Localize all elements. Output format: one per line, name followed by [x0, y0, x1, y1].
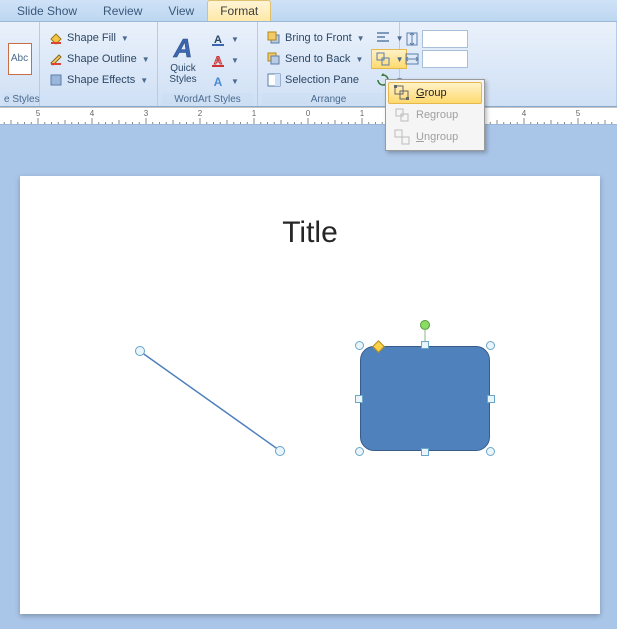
- quick-styles-button[interactable]: A Quick Styles: [162, 27, 204, 91]
- line-handle-start[interactable]: [135, 346, 145, 356]
- svg-text:A: A: [173, 33, 193, 63]
- menu-regroup-label: Regroup: [416, 109, 458, 121]
- selection-pane-label: Selection Pane: [285, 74, 359, 86]
- resize-handle-sw[interactable]: [355, 447, 364, 456]
- shape-outline-button[interactable]: Shape Outline ▼: [44, 49, 154, 69]
- chevron-down-icon: ▼: [142, 55, 150, 64]
- rounded-rectangle-body[interactable]: [360, 346, 490, 451]
- tab-slide-show[interactable]: Slide Show: [4, 0, 90, 21]
- svg-text:4: 4: [90, 109, 95, 118]
- height-input[interactable]: [422, 30, 468, 48]
- svg-text:1: 1: [252, 109, 257, 118]
- send-back-icon: [266, 51, 282, 67]
- slide-workspace: Title: [0, 126, 617, 629]
- text-fill-icon: A: [210, 32, 226, 48]
- send-to-back-button[interactable]: Send to Back ▼: [262, 49, 369, 69]
- rounded-rectangle-shape[interactable]: [360, 346, 490, 451]
- menu-item-group[interactable]: Group: [388, 82, 482, 104]
- chevron-down-icon: ▼: [140, 76, 148, 85]
- ungroup-icon: [394, 129, 410, 145]
- svg-text:2: 2: [198, 109, 203, 118]
- bring-front-icon: [266, 30, 282, 46]
- chevron-down-icon: ▼: [121, 34, 129, 43]
- slide-title-text[interactable]: Title: [20, 216, 600, 250]
- resize-handle-w[interactable]: [355, 395, 363, 403]
- group-title-arrange: Arrange: [262, 93, 395, 106]
- group-wordart-styles: A Quick Styles A▼ A▼ A▼ WordArt Styles: [158, 22, 258, 106]
- resize-handle-ne[interactable]: [486, 341, 495, 350]
- send-to-back-label: Send to Back: [285, 53, 350, 65]
- svg-text:5: 5: [576, 109, 581, 118]
- align-icon: [375, 30, 391, 46]
- menu-item-ungroup: Ungroup: [388, 126, 482, 148]
- svg-text:4: 4: [522, 109, 527, 118]
- shape-fill-label: Shape Fill: [67, 32, 116, 44]
- svg-text:5: 5: [36, 109, 41, 118]
- selection-pane-icon: [266, 72, 282, 88]
- ribbon-tabs: Slide Show Review View Format: [0, 0, 617, 22]
- tab-view[interactable]: View: [155, 0, 207, 21]
- group-title-wordart: WordArt Styles: [162, 93, 253, 106]
- horizontal-ruler: 54321012345: [0, 107, 617, 125]
- width-input[interactable]: [422, 50, 468, 68]
- resize-handle-se[interactable]: [486, 447, 495, 456]
- selection-pane-button[interactable]: Selection Pane: [262, 70, 369, 90]
- chevron-down-icon: ▼: [231, 77, 239, 86]
- resize-handle-nw[interactable]: [355, 341, 364, 350]
- ribbon: Abc e Styles Shape Fill ▼ Shape Outline ▼: [0, 22, 617, 107]
- shape-effects-button[interactable]: Shape Effects ▼: [44, 70, 152, 90]
- chevron-down-icon: ▼: [231, 35, 239, 44]
- text-effects-icon: A: [210, 74, 226, 90]
- group-arrange: Bring to Front ▼ Send to Back ▼ Selection …: [258, 22, 400, 106]
- shape-fill-button[interactable]: Shape Fill ▼: [44, 28, 133, 48]
- shape-effects-label: Shape Effects: [67, 74, 135, 86]
- effects-icon: [48, 72, 64, 88]
- svg-text:A: A: [214, 75, 223, 89]
- text-outline-button[interactable]: A▼: [206, 51, 243, 71]
- group-insert-shapes-fragment: Abc e Styles: [0, 22, 40, 106]
- group-icon: [394, 85, 410, 101]
- width-icon: [404, 51, 420, 67]
- regroup-icon: [394, 107, 410, 123]
- group-title-shape-styles: e Styles: [4, 93, 35, 106]
- line-handle-end[interactable]: [275, 446, 285, 456]
- bucket-icon: [48, 30, 64, 46]
- shape-outline-label: Shape Outline: [67, 53, 137, 65]
- svg-text:3: 3: [144, 109, 149, 118]
- resize-handle-n[interactable]: [421, 341, 429, 349]
- chevron-down-icon: ▼: [357, 34, 365, 43]
- chevron-down-icon: ▼: [355, 55, 363, 64]
- group-icon: [375, 51, 391, 67]
- text-outline-icon: A: [210, 53, 226, 69]
- resize-handle-e[interactable]: [487, 395, 495, 403]
- menu-ungroup-label: Ungroup: [416, 131, 458, 143]
- pencil-icon: [48, 51, 64, 67]
- chevron-down-icon: ▼: [231, 56, 239, 65]
- svg-text:0: 0: [306, 109, 311, 118]
- resize-handle-s[interactable]: [421, 448, 429, 456]
- group-shape-format: Shape Fill ▼ Shape Outline ▼ Shape Effects…: [40, 22, 158, 106]
- height-icon: [404, 31, 420, 47]
- line-shape[interactable]: [135, 346, 285, 456]
- group-dropdown-menu: Group Regroup Ungroup: [385, 79, 485, 151]
- wordart-a-icon: A: [169, 33, 197, 63]
- shape-style-preview[interactable]: Abc: [8, 43, 32, 75]
- tab-format[interactable]: Format: [207, 0, 271, 21]
- svg-text:1: 1: [360, 109, 365, 118]
- menu-group-label: Group: [416, 87, 447, 99]
- quick-styles-label: Quick Styles: [169, 63, 196, 85]
- menu-item-regroup: Regroup: [388, 104, 482, 126]
- tab-review[interactable]: Review: [90, 0, 155, 21]
- bring-to-front-button[interactable]: Bring to Front ▼: [262, 28, 369, 48]
- bring-to-front-label: Bring to Front: [285, 32, 352, 44]
- text-effects-button[interactable]: A▼: [206, 72, 243, 92]
- text-fill-button[interactable]: A▼: [206, 30, 243, 50]
- slide-canvas[interactable]: Title: [20, 176, 600, 614]
